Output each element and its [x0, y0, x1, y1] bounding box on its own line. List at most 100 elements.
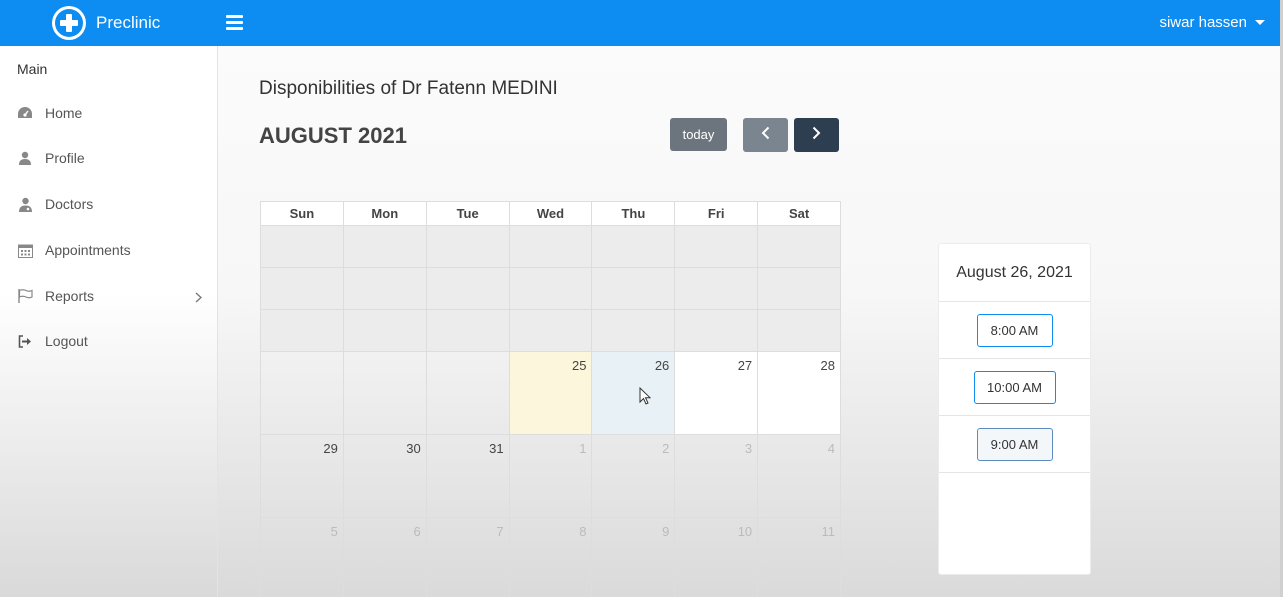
calendar-day-cell[interactable]: 30 [343, 435, 427, 518]
calendar-day-cell[interactable]: 9 [592, 518, 676, 597]
day-number: 5 [330, 524, 338, 539]
user-menu[interactable]: siwar hassen [1159, 14, 1265, 31]
calendar-blank-row [261, 310, 842, 352]
calendar-month-title: AUGUST 2021 [259, 123, 407, 148]
day-number: 28 [820, 358, 836, 373]
calendar-day-cell [343, 352, 427, 435]
sidebar: Main Home Profile Doctors Appointments R… [0, 46, 218, 597]
day-number: 3 [744, 441, 753, 456]
dashboard-icon [17, 105, 33, 121]
caret-down-icon [1255, 20, 1265, 25]
calendar-day-cell[interactable]: 29 [261, 435, 344, 518]
chevron-right-icon [195, 290, 203, 308]
calendar-day-cell[interactable]: 3 [675, 435, 759, 518]
sidebar-item-profile[interactable]: Profile [0, 143, 218, 173]
brand-name: Preclinic [96, 13, 161, 32]
day-number: 1 [579, 441, 587, 456]
time-slot-row: 10:00 AM [939, 359, 1090, 416]
weekday-label: Thu [592, 202, 676, 225]
day-number: 26 [654, 358, 670, 373]
main-content: Disponibilities of Dr Fatenn MEDINI AUGU… [218, 46, 1280, 597]
next-month-button[interactable] [794, 118, 839, 152]
logout-icon [17, 333, 33, 349]
calendar-day-cell-today[interactable]: 25 [509, 352, 593, 435]
sidebar-item-doctors[interactable]: Doctors [0, 189, 218, 219]
time-slot-button[interactable]: 10:00 AM [973, 370, 1056, 404]
sidebar-item-reports[interactable]: Reports [0, 281, 218, 311]
logo-icon [52, 6, 86, 40]
day-number: 27 [737, 358, 753, 373]
calendar-week-row: 29 30 31 1 2 3 4 [261, 435, 842, 518]
sidebar-item-label: Appointments [45, 242, 131, 258]
calendar-day-cell[interactable]: 27 [675, 352, 759, 435]
page-title: Disponibilities of Dr Fatenn MEDINI [259, 78, 558, 99]
day-number: 31 [489, 441, 504, 456]
sidebar-title: Main [17, 61, 48, 77]
day-number: 9 [662, 524, 670, 539]
sidebar-item-label: Reports [45, 288, 95, 304]
sidebar-item-logout[interactable]: Logout [0, 326, 218, 356]
chevron-right-icon [812, 126, 821, 145]
calendar-day-cell[interactable]: 28 [758, 352, 842, 435]
calendar-grid: Sun Mon Tue Wed Thu Fri Sat 25 26 27 28 … [260, 201, 842, 597]
sidebar-item-home[interactable]: Home [0, 98, 218, 128]
day-number: 11 [821, 524, 836, 539]
top-header: Preclinic siwar hassen [0, 0, 1283, 46]
day-number: 25 [571, 358, 587, 373]
calendar-day-cell-selected[interactable]: 26 [592, 352, 676, 435]
calendar-day-cell[interactable]: 10 [675, 518, 759, 597]
hamburger-menu-icon[interactable] [226, 15, 243, 30]
day-number: 30 [406, 441, 421, 456]
day-number: 10 [737, 524, 753, 539]
time-slot-row: 8:00 AM [939, 302, 1090, 359]
calendar-day-cell[interactable]: 1 [509, 435, 593, 518]
user-icon [17, 150, 33, 166]
day-number: 29 [323, 441, 338, 456]
sidebar-item-label: Profile [45, 150, 85, 166]
weekday-label: Fri [675, 202, 759, 225]
weekday-label: Tue [427, 202, 510, 225]
calendar-day-cell [261, 352, 344, 435]
time-slot-row: 9:00 AM [939, 416, 1090, 473]
day-number: 8 [579, 524, 587, 539]
calendar-weekday-header: Sun Mon Tue Wed Thu Fri Sat [260, 201, 841, 226]
doctor-icon [17, 196, 33, 212]
day-number: 7 [496, 524, 504, 539]
calendar-day-cell[interactable]: 7 [427, 518, 510, 597]
sidebar-item-label: Logout [45, 333, 88, 349]
day-number: 2 [662, 441, 670, 456]
chevron-left-icon [761, 126, 770, 145]
calendar-day-cell[interactable]: 2 [592, 435, 676, 518]
calendar-blank-row [261, 268, 842, 310]
availability-panel: August 26, 2021 8:00 AM 10:00 AM 9:00 AM [938, 243, 1091, 575]
today-button[interactable]: today [670, 118, 727, 151]
weekday-label: Wed [510, 202, 593, 225]
brand[interactable]: Preclinic [52, 6, 160, 40]
sidebar-item-label: Home [45, 105, 83, 121]
time-slot-button[interactable]: 9:00 AM [976, 427, 1053, 461]
user-name: siwar hassen [1159, 14, 1247, 31]
calendar-week-row: 5 6 7 8 9 10 11 [261, 518, 842, 597]
calendar-day-cell [426, 352, 510, 435]
calendar-day-cell[interactable]: 4 [758, 435, 842, 518]
calendar-day-cell[interactable]: 5 [261, 518, 344, 597]
weekday-label: Sat [788, 206, 810, 221]
time-slot-button[interactable]: 8:00 AM [976, 313, 1053, 347]
day-number: 6 [413, 524, 421, 539]
calendar-day-cell[interactable]: 8 [510, 518, 593, 597]
calendar-day-cell[interactable]: 11 [758, 518, 842, 597]
day-number: 4 [827, 441, 836, 456]
flag-icon [17, 288, 33, 304]
calendar-day-cell[interactable]: 31 [426, 435, 510, 518]
sidebar-item-appointments[interactable]: Appointments [0, 235, 218, 265]
calendar-week-row: 25 26 27 28 [261, 352, 842, 435]
calendar-blank-row [261, 226, 842, 268]
calendar-icon [17, 242, 33, 258]
prev-month-button[interactable] [743, 118, 788, 152]
calendar-day-cell[interactable]: 6 [344, 518, 427, 597]
weekday-label: Mon [344, 202, 427, 225]
availability-date: August 26, 2021 [939, 244, 1090, 302]
mouse-cursor-icon [639, 386, 652, 408]
sidebar-item-label: Doctors [45, 196, 94, 212]
weekday-label: Sun [261, 202, 344, 225]
